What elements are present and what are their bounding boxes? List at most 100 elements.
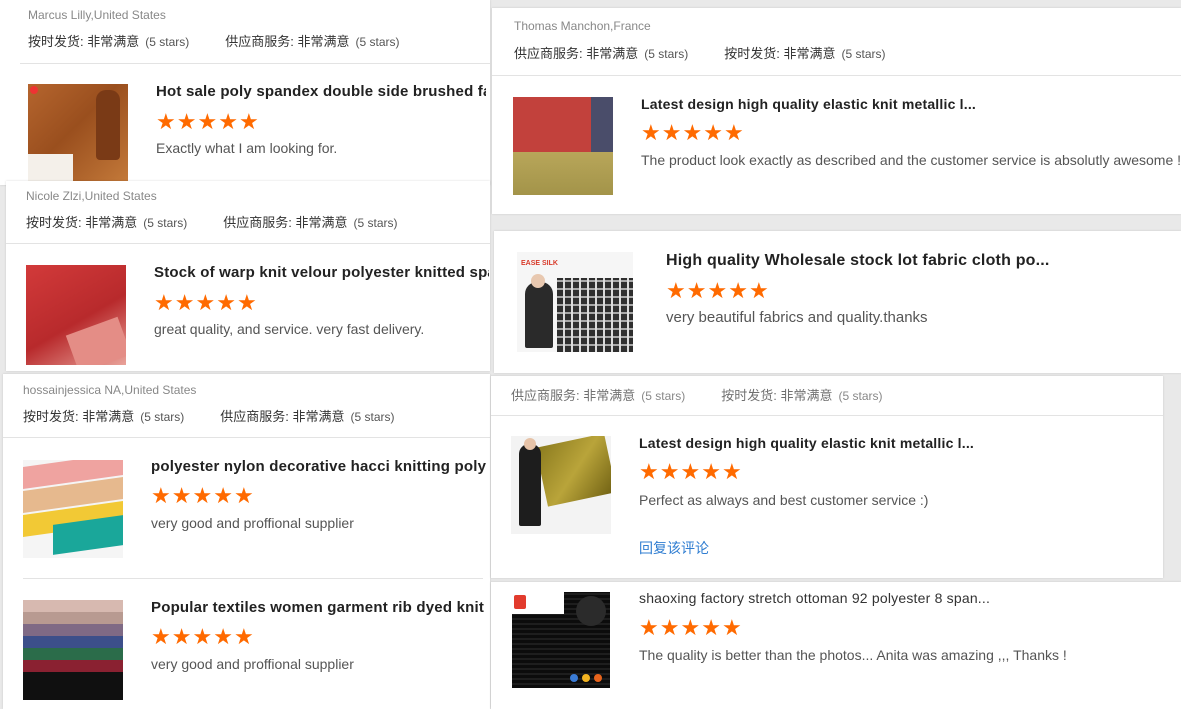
star-icon: ★ (682, 121, 703, 146)
review-comment: Exactly what I am looking for. (156, 140, 338, 156)
star-rating: ★★★★★ (151, 627, 255, 649)
star-icon: ★ (176, 110, 197, 135)
review-comment: Perfect as always and best customer serv… (639, 492, 929, 508)
product-thumbnail[interactable] (23, 460, 123, 558)
buyer-name: Nicole Zlzi,United States (26, 189, 157, 203)
star-icon: ★ (213, 484, 233, 509)
review-comment: The product look exactly as described an… (641, 152, 1181, 168)
star-icon: ★ (703, 121, 723, 146)
star-icon: ★ (707, 279, 728, 304)
star-icon: ★ (197, 110, 218, 135)
product-thumbnail[interactable] (511, 436, 611, 534)
delivery-rating-label: 按时发货: 非常满意 (28, 34, 140, 49)
product-thumbnail[interactable] (513, 97, 613, 195)
star-rating: ★★★★★ (639, 618, 743, 640)
review-comment: very good and proffional supplier (151, 515, 354, 531)
star-icon: ★ (236, 291, 257, 316)
buyer-name: Marcus Lilly,United States (28, 8, 166, 22)
star-icon: ★ (639, 616, 659, 641)
rating-summary: 按时发货: 非常满意 (5 stars) 供应商服务: 非常满意 (5 stars) (28, 31, 400, 50)
star-icon: ★ (233, 484, 254, 509)
buyer-name: Thomas Manchon,France (514, 19, 651, 33)
star-icon: ★ (728, 279, 748, 304)
rating-summary: 供应商服务: 非常满意 (5 stars) 按时发货: 非常满意 (5 stars) (514, 43, 886, 62)
review-card-wholesale: EASE SILK High quality Wholesale stock l… (494, 231, 1181, 373)
star-icon: ★ (659, 616, 680, 641)
review-comment: very beautiful fabrics and quality.thank… (666, 309, 928, 326)
delivery-rating-label: 按时发货: 非常满意 (724, 46, 836, 61)
product-title[interactable]: Latest design high quality elastic knit … (641, 96, 981, 112)
star-icon: ★ (192, 484, 213, 509)
rating-summary: 按时发货: 非常满意 (5 stars) 供应商服务: 非常满意 (5 stars) (26, 212, 398, 231)
star-icon: ★ (154, 291, 174, 316)
product-thumbnail[interactable] (26, 265, 126, 365)
star-icon: ★ (195, 291, 216, 316)
product-title[interactable]: polyester nylon decorative hacci knittin… (151, 458, 486, 475)
product-title[interactable]: Popular textiles women garment rib dyed … (151, 599, 486, 616)
service-rating-stars: (5 stars) (644, 47, 689, 61)
star-icon: ★ (171, 484, 192, 509)
star-rating: ★★★★★ (641, 123, 745, 145)
product-title[interactable]: Stock of warp knit velour polyester knit… (154, 264, 489, 281)
product-title[interactable]: High quality Wholesale stock lot fabric … (666, 252, 1066, 270)
delivery-rating-stars: (5 stars) (140, 410, 185, 424)
rating-summary: 按时发货: 非常满意 (5 stars) 供应商服务: 非常满意 (5 stars) (23, 406, 395, 425)
star-icon: ★ (192, 625, 213, 650)
service-rating-stars: (5 stars) (641, 389, 686, 403)
service-rating-label: 供应商服务: 非常满意 (223, 215, 348, 230)
star-icon: ★ (701, 460, 721, 485)
star-icon: ★ (701, 616, 721, 641)
delivery-rating-stars: (5 stars) (143, 216, 188, 230)
star-icon: ★ (659, 460, 680, 485)
review-card-thomas: Thomas Manchon,France 供应商服务: 非常满意 (5 star… (492, 8, 1181, 214)
service-rating-label: 供应商服务: 非常满意 (225, 34, 350, 49)
delivery-rating-stars: (5 stars) (145, 35, 190, 49)
product-title[interactable]: shaoxing factory stretch ottoman 92 poly… (639, 590, 989, 606)
star-icon: ★ (680, 616, 701, 641)
service-rating-stars: (5 stars) (350, 410, 395, 424)
delivery-rating-stars: (5 stars) (838, 389, 883, 403)
star-icon: ★ (213, 625, 233, 650)
star-rating: ★★★★★ (639, 462, 743, 484)
star-icon: ★ (156, 110, 176, 135)
service-rating-label: 供应商服务: 非常满意 (511, 388, 636, 403)
product-title[interactable]: Hot sale poly spandex double side brushe… (156, 83, 486, 100)
star-icon: ★ (661, 121, 682, 146)
review-comment: The quality is better than the photos...… (639, 647, 1067, 663)
delivery-rating-label: 按时发货: 非常满意 (26, 215, 138, 230)
rating-summary: 供应商服务: 非常满意 (5 stars) 按时发货: 非常满意 (5 stars) (511, 385, 883, 404)
product-thumbnail[interactable] (512, 592, 610, 688)
delivery-rating-label: 按时发货: 非常满意 (721, 388, 833, 403)
service-rating-label: 供应商服务: 非常满意 (514, 46, 639, 61)
service-rating-label: 供应商服务: 非常满意 (220, 409, 345, 424)
star-icon: ★ (171, 625, 192, 650)
review-card-metallic: 供应商服务: 非常满意 (5 stars) 按时发货: 非常满意 (5 stars) … (491, 376, 1163, 578)
product-thumbnail[interactable] (23, 600, 123, 700)
star-icon: ★ (151, 625, 171, 650)
star-icon: ★ (233, 625, 254, 650)
product-thumbnail[interactable] (28, 84, 128, 184)
review-card-ottoman: shaoxing factory stretch ottoman 92 poly… (491, 582, 1181, 709)
review-comment: great quality, and service. very fast de… (154, 321, 425, 337)
star-icon: ★ (639, 460, 659, 485)
star-icon: ★ (721, 616, 742, 641)
star-icon: ★ (174, 291, 195, 316)
star-icon: ★ (666, 279, 686, 304)
star-icon: ★ (686, 279, 707, 304)
star-icon: ★ (641, 121, 661, 146)
delivery-rating-stars: (5 stars) (841, 47, 886, 61)
product-title[interactable]: Latest design high quality elastic knit … (639, 435, 984, 451)
buyer-name: hossainjessica NA,United States (23, 383, 197, 397)
product-thumbnail[interactable]: EASE SILK (517, 252, 633, 352)
review-comment: very good and proffional supplier (151, 656, 354, 672)
review-card-marcus: Marcus Lilly,United States 按时发货: 非常满意 (5 … (0, 0, 490, 185)
review-card-hossainjessica: hossainjessica NA,United States 按时发货: 非常… (3, 374, 490, 709)
star-icon: ★ (151, 484, 171, 509)
delivery-rating-label: 按时发货: 非常满意 (23, 409, 135, 424)
star-icon: ★ (721, 460, 742, 485)
review-card-nicole: Nicole Zlzi,United States 按时发货: 非常满意 (5 s… (6, 181, 490, 371)
reply-link[interactable]: 回复该评论 (639, 538, 709, 558)
star-icon: ★ (723, 121, 744, 146)
star-rating: ★★★★★ (154, 293, 258, 315)
star-icon: ★ (680, 460, 701, 485)
